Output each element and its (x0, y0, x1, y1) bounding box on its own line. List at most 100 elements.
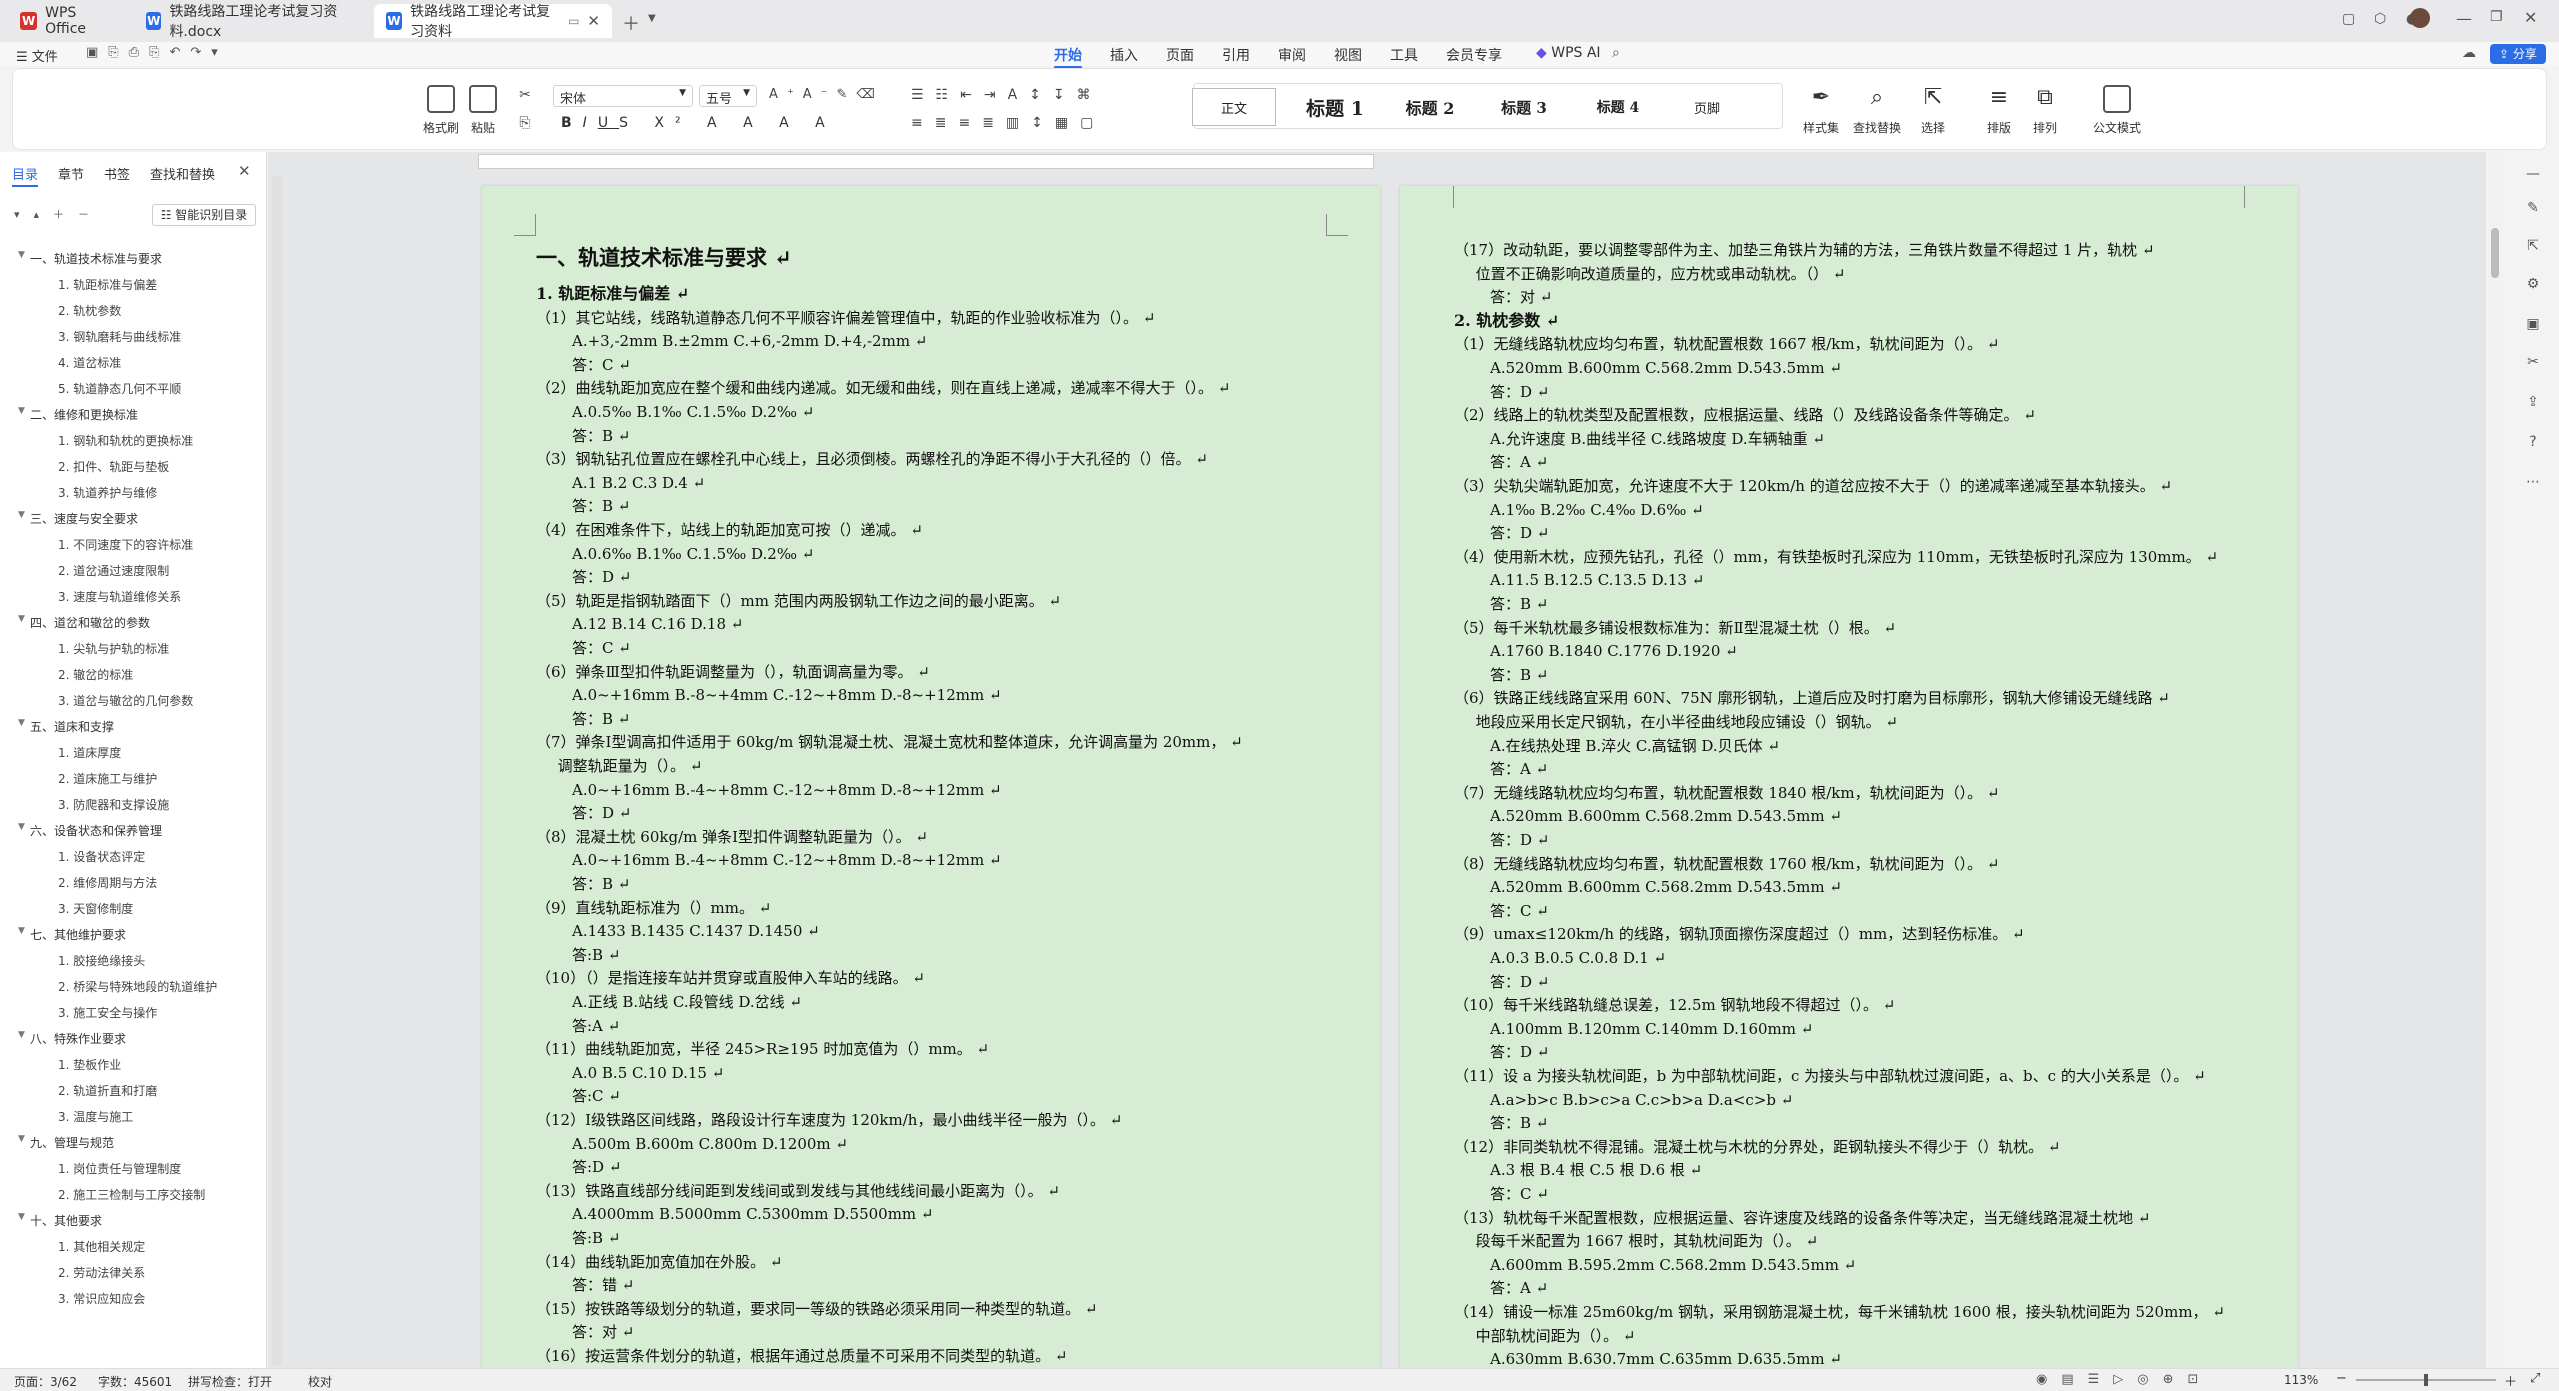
toc-chapter[interactable]: ▼ 四、道岔和辙岔的参数 (18, 614, 150, 631)
cursor-icon[interactable]: ⇱ (2524, 238, 2542, 256)
vertical-scrollbar[interactable] (2488, 152, 2502, 1368)
tab-wps-office[interactable]: W WPS Office (8, 4, 130, 38)
toc-item[interactable]: 5. 轨道静态几何不平顺 (58, 380, 181, 397)
toc-chapter[interactable]: ▼ 七、其他维护要求 (18, 926, 126, 943)
spell-check-status[interactable]: 拼写检查：打开 (188, 1373, 272, 1390)
zoom-out-icon[interactable]: − (2336, 1371, 2347, 1386)
style-set-button[interactable]: ✒ 样式集 (1803, 85, 1839, 136)
panel-tab-chapter[interactable]: 章节 (58, 164, 84, 183)
proofread-button[interactable]: 校对 (308, 1373, 332, 1390)
view-mode-icons[interactable]: ◉▤☰▷◎⊕⊡ (2036, 1372, 2212, 1387)
image-icon[interactable]: ▣ (2524, 316, 2542, 334)
toc-item[interactable]: 2. 维修周期与方法 (58, 874, 157, 891)
paste-button[interactable]: 粘贴 (469, 85, 497, 136)
close-tab-icon[interactable]: ✕ (587, 12, 600, 30)
cut-icon[interactable]: ✂ (517, 87, 533, 103)
edit-icon[interactable]: ✎ (2524, 200, 2542, 218)
style-normal[interactable]: 正文 (1192, 88, 1276, 126)
toc-item[interactable]: 3. 常识应知应会 (58, 1290, 145, 1307)
arrange-button[interactable]: ⧉ 排列 (2031, 85, 2059, 136)
toc-item[interactable]: 1. 尖轨与护轨的标准 (58, 640, 169, 657)
chevron-down-icon[interactable]: ▼ (18, 406, 25, 416)
zoom-slider-handle[interactable] (2424, 1374, 2428, 1386)
official-mode-button[interactable]: 公文模式 (2093, 85, 2141, 136)
zoom-in-icon[interactable]: ＋ (2504, 1371, 2517, 1390)
select-button[interactable]: ⇱ 选择 (1919, 85, 1947, 136)
file-menu[interactable]: ☰ 文件 (16, 46, 58, 65)
toc-item[interactable]: 3. 施工安全与操作 (58, 1004, 157, 1021)
tab-wps-ai[interactable]: ◆ WPS AI (1536, 45, 1601, 61)
toc-chapter[interactable]: ▼ 九、管理与规范 (18, 1134, 114, 1151)
toc-chapter[interactable]: ▼ 一、轨道技术标准与要求 (18, 250, 162, 267)
toc-item[interactable]: 2. 道床施工与维护 (58, 770, 157, 787)
panel-tab-toc[interactable]: 目录 (12, 164, 39, 187)
style-heading-1[interactable]: 标题 1 (1290, 88, 1380, 126)
paragraph-tools-bottom[interactable]: ≡≣≡≣▥↕▦▢ (911, 115, 1105, 131)
more-icon[interactable]: ⋯ (2524, 474, 2542, 492)
tab-member[interactable]: 会员专享 (1446, 45, 1502, 65)
float-window-icon[interactable]: ▭ (568, 14, 579, 28)
toc-item[interactable]: 3. 速度与轨道维修关系 (58, 588, 181, 605)
toc-item[interactable]: 2. 桥梁与特殊地段的轨道维护 (58, 978, 217, 995)
toc-item[interactable]: 1. 道床厚度 (58, 744, 121, 761)
cube-icon[interactable]: ⬡ (2374, 11, 2386, 27)
document-page-2[interactable]: （17）改动轨距，要以调整零部件为主、加垫三角铁片为辅的方法，三角铁片数量不得超… (1400, 186, 2298, 1368)
style-heading-2[interactable]: 标题 2 (1390, 88, 1470, 126)
search-icon[interactable]: ⌕ (1612, 45, 1620, 61)
chevron-down-icon[interactable]: ▼ (18, 250, 25, 260)
tab-review[interactable]: 审阅 (1278, 45, 1306, 65)
toc-item[interactable]: 1. 设备状态评定 (58, 848, 145, 865)
toc-chapter[interactable]: ▼ 二、维修和更换标准 (18, 406, 138, 423)
chevron-down-icon[interactable]: ▼ (18, 718, 25, 728)
toc-item[interactable]: 2. 扣件、轨距与垫板 (58, 458, 169, 475)
toc-chapter[interactable]: ▼ 八、特殊作业要求 (18, 1030, 126, 1047)
tab-insert[interactable]: 插入 (1110, 45, 1138, 65)
smart-toc-button[interactable]: ☷ 智能识别目录 (152, 204, 256, 226)
chevron-down-icon[interactable]: ▼ (18, 1134, 25, 1144)
toc-item[interactable]: 1. 垫板作业 (58, 1056, 121, 1073)
tab-document-1[interactable]: W 铁路线路工理论考试复习资料.docx (134, 4, 370, 40)
tab-page[interactable]: 页面 (1166, 45, 1194, 65)
tab-document-2[interactable]: W 铁路线路工理论考试复习资料 ▭ ✕ (374, 4, 612, 40)
toc-item[interactable]: 3. 钢轨磨耗与曲线标准 (58, 328, 181, 345)
fullscreen-icon[interactable]: ⤢ (2530, 1371, 2540, 1386)
font-size-select[interactable]: 五号 ▼ (699, 85, 757, 107)
quick-access-icons[interactable]: ▣⎘⎙⎘↶↷▾ (86, 45, 228, 60)
settings-icon[interactable]: ⚙ (2524, 276, 2542, 294)
toc-item[interactable]: 1. 其他相关规定 (58, 1238, 145, 1255)
close-panel-icon[interactable]: ✕ (238, 162, 251, 180)
toc-item[interactable]: 1. 岗位责任与管理制度 (58, 1160, 181, 1177)
word-count[interactable]: 字数：45601 (98, 1373, 172, 1390)
toc-chapter[interactable]: ▼ 三、速度与安全要求 (18, 510, 138, 527)
layout-icon[interactable]: ▢ (2342, 11, 2355, 27)
zoom-slider[interactable] (2356, 1374, 2496, 1386)
paragraph-tools-top[interactable]: ☰☷⇤⇥A↕↧⌘ (911, 87, 1103, 103)
minimize-icon[interactable]: — (2456, 9, 2472, 28)
page-count[interactable]: 页面：3/62 (14, 1373, 77, 1390)
scrollbar-thumb[interactable] (2491, 228, 2499, 278)
new-tab-icon[interactable]: ＋ (622, 10, 640, 36)
avatar[interactable] (2410, 8, 2430, 28)
zoom-level[interactable]: 113% (2284, 1373, 2318, 1387)
chevron-down-icon[interactable]: ▼ (18, 822, 25, 832)
font-size-tools[interactable]: A⁺A⁻✎⌫ (769, 87, 884, 102)
toc-item[interactable]: 3. 天窗修制度 (58, 900, 133, 917)
tools-icon[interactable]: ✂ (2524, 354, 2542, 372)
toc-item[interactable]: 2. 施工三检制与工序交接制 (58, 1186, 205, 1203)
find-replace-button[interactable]: ⌕ 查找替换 (1853, 85, 1901, 136)
toc-item[interactable]: 2. 轨道折直和打磨 (58, 1082, 157, 1099)
chevron-down-icon[interactable]: ▼ (18, 1030, 25, 1040)
help-icon[interactable]: ? (2524, 434, 2542, 452)
chevron-down-icon[interactable]: ▼ (18, 614, 25, 624)
vertical-ruler[interactable] (272, 176, 282, 1366)
document-page-1[interactable]: 一、轨道技术标准与要求 ↵ 1. 轨距标准与偏差 ↵ （1）其它站线，线路轨道静态几… (482, 186, 1380, 1368)
toc-item[interactable]: 2. 劳动法律关系 (58, 1264, 145, 1281)
typeset-button[interactable]: ≡ 排版 (1985, 85, 2013, 136)
toc-item[interactable]: 3. 温度与施工 (58, 1108, 133, 1125)
style-heading-3[interactable]: 标题 3 (1484, 88, 1564, 126)
chevron-down-icon[interactable]: ▼ (648, 13, 656, 24)
copy-icon[interactable]: ⎘ (517, 115, 533, 131)
tab-home[interactable]: 开始 (1054, 45, 1082, 69)
toc-chapter[interactable]: ▼ 十、其他要求 (18, 1212, 102, 1229)
close-window-icon[interactable]: ✕ (2524, 8, 2537, 27)
